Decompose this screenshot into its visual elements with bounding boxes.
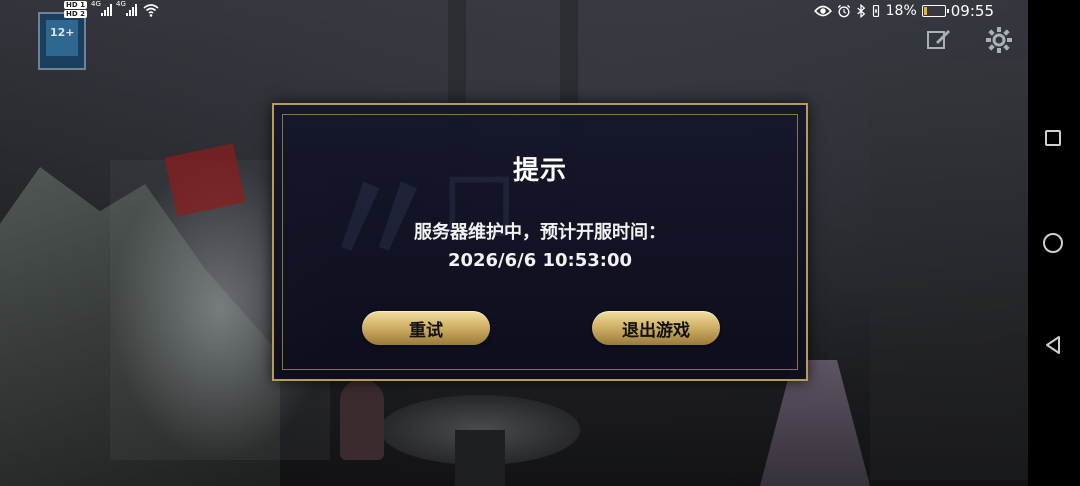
retry-button[interactable]: 重试 — [362, 311, 490, 345]
alarm-icon — [837, 4, 850, 18]
bluetooth-icon — [856, 4, 865, 18]
navigation-bar — [1028, 0, 1080, 486]
edit-icon[interactable] — [924, 26, 954, 56]
network-type-label: 4G — [115, 0, 126, 8]
eye-icon — [813, 5, 832, 17]
status-bar: HD 1 HD 2 4G 4G 18% 09:55 — [0, 0, 1080, 22]
back-icon[interactable] — [1044, 335, 1062, 355]
battery-icon — [921, 5, 949, 17]
sim1-hd-badge: HD 1 — [64, 1, 87, 9]
wifi-icon — [143, 3, 159, 17]
sim2-hd-badge: HD 2 — [64, 10, 87, 18]
signal-icon: 4G — [91, 0, 112, 16]
stone-table-base — [455, 430, 505, 486]
signal-icon: 4G — [116, 0, 137, 16]
status-bar-left: HD 1 HD 2 4G 4G — [64, 0, 159, 18]
vibrate-icon — [872, 5, 879, 17]
home-icon[interactable] — [1043, 233, 1063, 253]
maintenance-message: 服务器维护中，预计开服时间： — [414, 222, 666, 243]
recent-apps-icon[interactable] — [1045, 130, 1061, 146]
age-rating-text: 12+ — [50, 26, 75, 39]
exit-game-button[interactable]: 退出游戏 — [592, 311, 720, 345]
sim-indicators: HD 1 HD 2 — [64, 1, 87, 18]
clock: 09:55 — [950, 2, 994, 20]
tree-silhouette — [870, 60, 1028, 480]
character-sprite — [340, 380, 384, 460]
network-type-label: 4G — [90, 0, 101, 8]
maintenance-dialog: 〃 ◇ 提示 服务器维护中，预计开服时间： 2026/6/6 10:53:00 … — [272, 103, 808, 381]
settings-gear-icon[interactable] — [984, 26, 1014, 56]
reopen-datetime: 2026/6/6 10:53:00 — [447, 250, 633, 271]
dialog-title: 提示 — [512, 156, 567, 186]
battery-percent: 18% — [885, 3, 917, 19]
status-bar-right: 18% 09:55 — [813, 1, 994, 21]
